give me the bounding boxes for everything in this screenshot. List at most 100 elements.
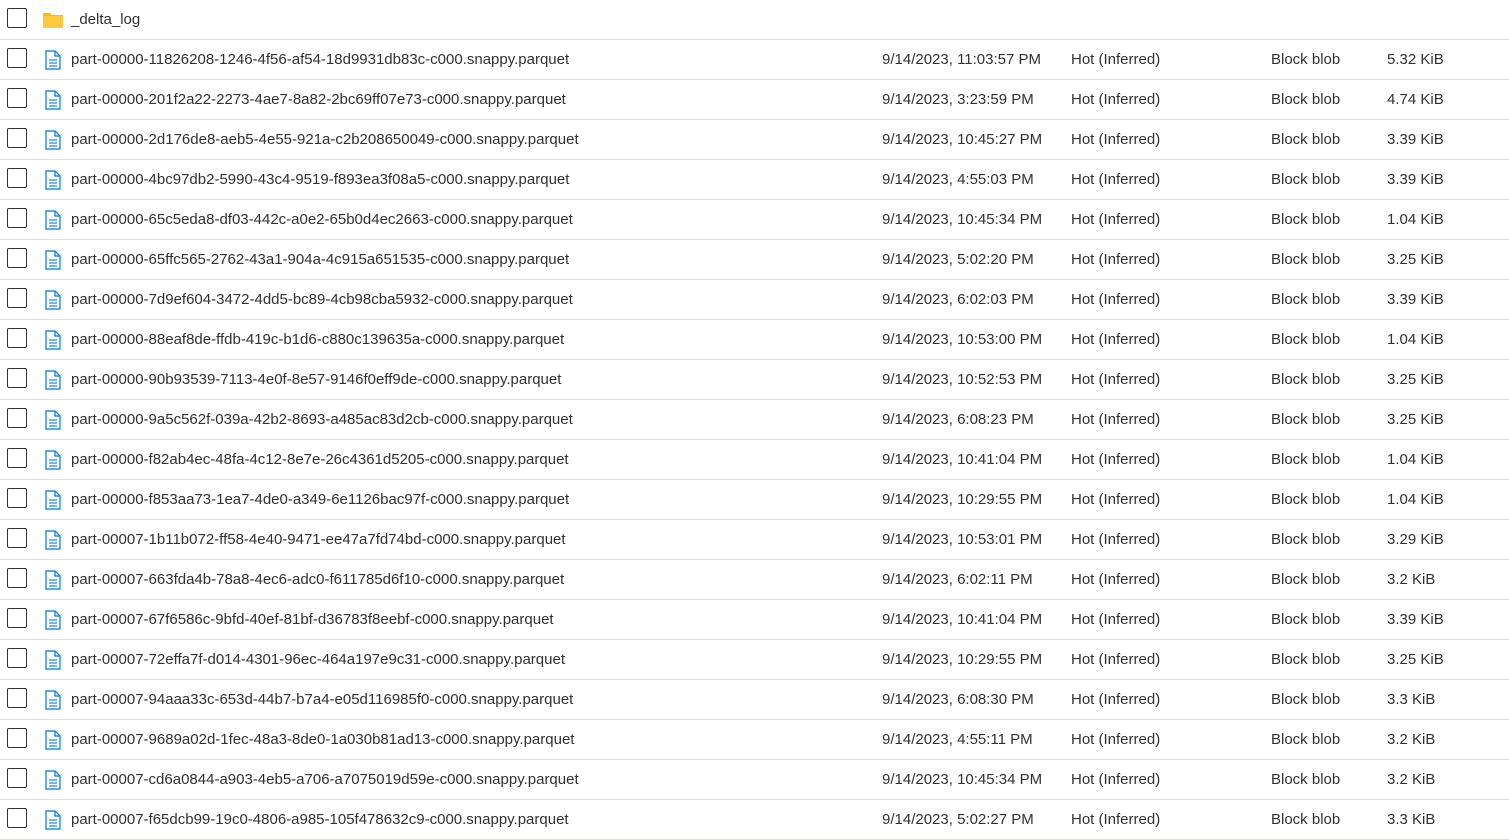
file-icon: [44, 410, 66, 430]
row-checkbox[interactable]: [7, 768, 27, 788]
last-modified: 9/14/2023, 6:02:11 PM: [882, 571, 1033, 588]
last-modified: 9/14/2023, 10:41:04 PM: [882, 451, 1043, 468]
file-name[interactable]: part-00007-94aaa33c-653d-44b7-b7a4-e05d1…: [71, 680, 573, 719]
file-icon: [44, 730, 66, 750]
file-icon: [44, 370, 66, 390]
row-checkbox[interactable]: [7, 128, 27, 148]
file-size: 3.39 KiB: [1387, 291, 1444, 308]
last-modified: 9/14/2023, 3:23:59 PM: [882, 91, 1034, 108]
file-name[interactable]: part-00007-9689a02d-1fec-48a3-8de0-1a030…: [71, 720, 574, 759]
file-name[interactable]: part-00000-2d176de8-aeb5-4e55-921a-c2b20…: [71, 120, 579, 159]
folder-row[interactable]: _delta_log: [0, 0, 1509, 40]
file-row[interactable]: part-00007-72effa7f-d014-4301-96ec-464a1…: [0, 640, 1509, 680]
file-size: 1.04 KiB: [1387, 491, 1444, 508]
file-row[interactable]: part-00000-2d176de8-aeb5-4e55-921a-c2b20…: [0, 120, 1509, 160]
row-checkbox[interactable]: [7, 728, 27, 748]
row-checkbox[interactable]: [7, 8, 27, 28]
row-checkbox[interactable]: [7, 88, 27, 108]
last-modified: 9/14/2023, 10:45:27 PM: [882, 131, 1043, 148]
file-name[interactable]: part-00000-90b93539-7113-4e0f-8e57-9146f…: [71, 360, 561, 399]
row-checkbox[interactable]: [7, 808, 27, 828]
file-row[interactable]: part-00000-201f2a22-2273-4ae7-8a82-2bc69…: [0, 80, 1509, 120]
file-name[interactable]: part-00000-201f2a22-2273-4ae7-8a82-2bc69…: [71, 80, 566, 119]
file-name[interactable]: part-00000-88eaf8de-ffdb-419c-b1d6-c880c…: [71, 320, 564, 359]
file-row[interactable]: part-00007-67f6586c-9bfd-40ef-81bf-d3678…: [0, 600, 1509, 640]
blob-type: Block blob: [1271, 211, 1341, 228]
file-name[interactable]: part-00007-72effa7f-d014-4301-96ec-464a1…: [71, 640, 565, 679]
file-row[interactable]: part-00000-f853aa73-1ea7-4de0-a349-6e112…: [0, 480, 1509, 520]
file-icon: [44, 650, 66, 670]
blob-type: Block blob: [1271, 531, 1341, 548]
file-row[interactable]: part-00000-11826208-1246-4f56-af54-18d99…: [0, 40, 1509, 80]
file-name[interactable]: part-00000-f853aa73-1ea7-4de0-a349-6e112…: [71, 480, 569, 519]
blob-type: Block blob: [1271, 731, 1341, 748]
file-name[interactable]: part-00000-65c5eda8-df03-442c-a0e2-65b0d…: [71, 200, 573, 239]
file-size: 3.25 KiB: [1387, 371, 1444, 388]
access-tier: Hot (Inferred): [1071, 91, 1161, 108]
file-icon: [44, 50, 66, 70]
blob-type: Block blob: [1271, 171, 1341, 188]
file-icon: [44, 610, 66, 630]
row-checkbox[interactable]: [7, 608, 27, 628]
file-icon: [44, 490, 66, 510]
access-tier: Hot (Inferred): [1071, 251, 1161, 268]
blob-type: Block blob: [1271, 291, 1341, 308]
access-tier: Hot (Inferred): [1071, 651, 1161, 668]
file-name[interactable]: part-00007-663fda4b-78a8-4ec6-adc0-f6117…: [71, 560, 564, 599]
file-row[interactable]: part-00007-94aaa33c-653d-44b7-b7a4-e05d1…: [0, 680, 1509, 720]
row-checkbox[interactable]: [7, 328, 27, 348]
row-checkbox[interactable]: [7, 648, 27, 668]
file-row[interactable]: part-00000-7d9ef604-3472-4dd5-bc89-4cb98…: [0, 280, 1509, 320]
file-size: 5.32 KiB: [1387, 51, 1444, 68]
row-checkbox[interactable]: [7, 688, 27, 708]
access-tier: Hot (Inferred): [1071, 611, 1161, 628]
file-name[interactable]: part-00000-f82ab4ec-48fa-4c12-8e7e-26c43…: [71, 440, 569, 479]
blob-type: Block blob: [1271, 51, 1341, 68]
file-name[interactable]: part-00007-f65dcb99-19c0-4806-a985-105f4…: [71, 800, 569, 839]
folder-name[interactable]: _delta_log: [71, 0, 140, 39]
file-name[interactable]: part-00000-4bc97db2-5990-43c4-9519-f893e…: [71, 160, 569, 199]
row-checkbox[interactable]: [7, 288, 27, 308]
file-name[interactable]: part-00000-7d9ef604-3472-4dd5-bc89-4cb98…: [71, 280, 573, 319]
file-row[interactable]: part-00007-663fda4b-78a8-4ec6-adc0-f6117…: [0, 560, 1509, 600]
access-tier: Hot (Inferred): [1071, 131, 1161, 148]
row-checkbox[interactable]: [7, 248, 27, 268]
row-checkbox[interactable]: [7, 168, 27, 188]
file-row[interactable]: part-00000-65c5eda8-df03-442c-a0e2-65b0d…: [0, 200, 1509, 240]
file-icon: [44, 530, 66, 550]
access-tier: Hot (Inferred): [1071, 371, 1161, 388]
blob-type: Block blob: [1271, 691, 1341, 708]
file-icon: [44, 130, 66, 150]
file-row[interactable]: part-00000-f82ab4ec-48fa-4c12-8e7e-26c43…: [0, 440, 1509, 480]
row-checkbox[interactable]: [7, 48, 27, 68]
file-row[interactable]: part-00007-9689a02d-1fec-48a3-8de0-1a030…: [0, 720, 1509, 760]
file-name[interactable]: part-00007-67f6586c-9bfd-40ef-81bf-d3678…: [71, 600, 554, 639]
row-checkbox[interactable]: [7, 408, 27, 428]
row-checkbox[interactable]: [7, 568, 27, 588]
file-name[interactable]: part-00000-65ffc565-2762-43a1-904a-4c915…: [71, 240, 569, 279]
file-row[interactable]: part-00007-f65dcb99-19c0-4806-a985-105f4…: [0, 800, 1509, 840]
file-name[interactable]: part-00000-11826208-1246-4f56-af54-18d99…: [71, 40, 569, 79]
file-row[interactable]: part-00000-90b93539-7113-4e0f-8e57-9146f…: [0, 360, 1509, 400]
last-modified: 9/14/2023, 4:55:03 PM: [882, 171, 1034, 188]
access-tier: Hot (Inferred): [1071, 291, 1161, 308]
file-name[interactable]: part-00000-9a5c562f-039a-42b2-8693-a485a…: [71, 400, 573, 439]
blob-type: Block blob: [1271, 251, 1341, 268]
file-size: 3.25 KiB: [1387, 251, 1444, 268]
row-checkbox[interactable]: [7, 448, 27, 468]
last-modified: 9/14/2023, 5:02:27 PM: [882, 811, 1034, 828]
file-row[interactable]: part-00000-65ffc565-2762-43a1-904a-4c915…: [0, 240, 1509, 280]
file-row[interactable]: part-00000-4bc97db2-5990-43c4-9519-f893e…: [0, 160, 1509, 200]
file-row[interactable]: part-00000-88eaf8de-ffdb-419c-b1d6-c880c…: [0, 320, 1509, 360]
access-tier: Hot (Inferred): [1071, 411, 1161, 428]
file-row[interactable]: part-00007-1b11b072-ff58-4e40-9471-ee47a…: [0, 520, 1509, 560]
row-checkbox[interactable]: [7, 528, 27, 548]
row-checkbox[interactable]: [7, 368, 27, 388]
row-checkbox[interactable]: [7, 488, 27, 508]
file-name[interactable]: part-00007-1b11b072-ff58-4e40-9471-ee47a…: [71, 520, 566, 559]
file-row[interactable]: part-00007-cd6a0844-a903-4eb5-a706-a7075…: [0, 760, 1509, 800]
row-checkbox[interactable]: [7, 208, 27, 228]
file-name[interactable]: part-00007-cd6a0844-a903-4eb5-a706-a7075…: [71, 760, 579, 799]
file-row[interactable]: part-00000-9a5c562f-039a-42b2-8693-a485a…: [0, 400, 1509, 440]
last-modified: 9/14/2023, 10:53:00 PM: [882, 331, 1043, 348]
